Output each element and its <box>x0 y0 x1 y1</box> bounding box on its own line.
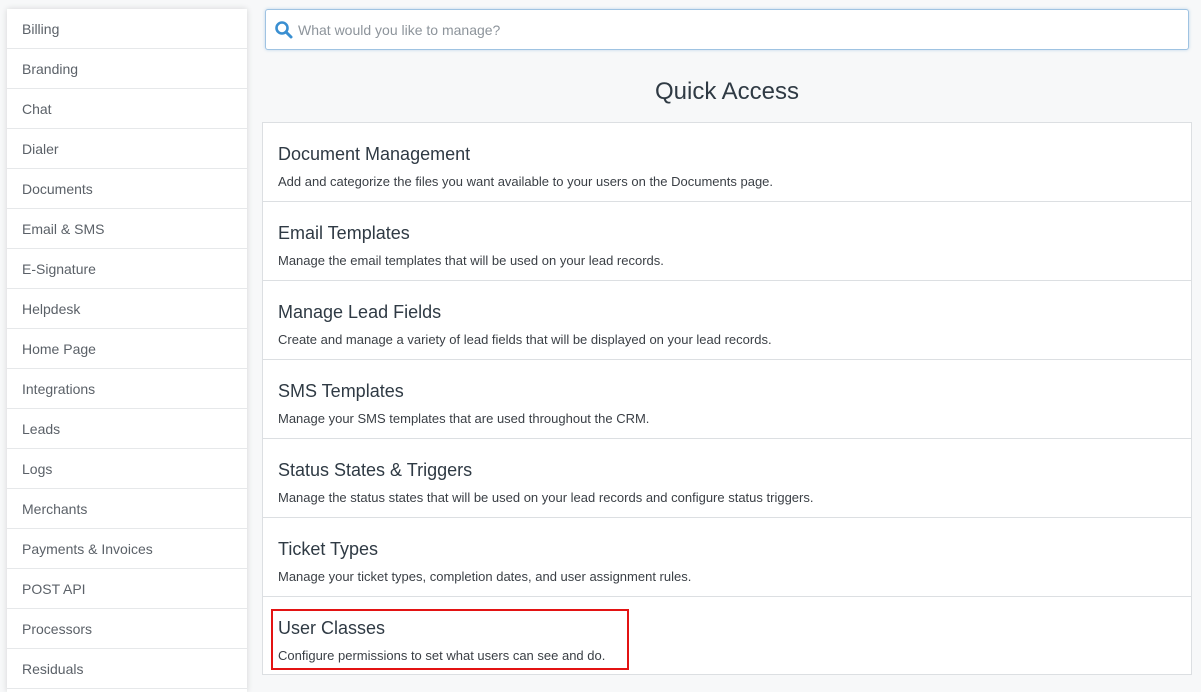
page-title: Quick Access <box>654 78 800 105</box>
sidebar-item-documents[interactable]: Documents <box>7 169 247 209</box>
search-input[interactable] <box>298 15 1178 44</box>
quick-access-item-title[interactable]: Manage Lead Fields <box>278 301 1191 323</box>
quick-access-item-description: Create and manage a variety of lead fiel… <box>278 332 772 347</box>
quick-access-manage-lead-fields[interactable]: Manage Lead Fields Create and manage a v… <box>263 281 1191 360</box>
sidebar-item-email-sms[interactable]: Email & SMS <box>7 209 247 249</box>
sidebar-item-post-api[interactable]: POST API <box>7 569 247 609</box>
quick-access-document-management[interactable]: Document Management Add and categorize t… <box>263 123 1191 202</box>
sidebar-item-logs[interactable]: Logs <box>7 449 247 489</box>
quick-access-status-states-triggers[interactable]: Status States & Triggers Manage the stat… <box>263 439 1191 518</box>
sidebar-item-billing[interactable]: Billing <box>7 9 247 49</box>
quick-access-item-title[interactable]: Document Management <box>278 143 1191 165</box>
search-icon <box>274 20 294 40</box>
quick-access-item-title[interactable]: SMS Templates <box>278 380 1191 402</box>
sidebar-item-e-signature[interactable]: E-Signature <box>7 249 247 289</box>
quick-access-item-title[interactable]: User Classes <box>278 617 1191 639</box>
sidebar-item-home-page[interactable]: Home Page <box>7 329 247 369</box>
quick-access-item-description: Manage your ticket types, completion dat… <box>278 569 692 584</box>
quick-access-item-description: Manage your SMS templates that are used … <box>278 411 650 426</box>
settings-sidebar: Billing Branding Chat Dialer Documents E… <box>7 9 247 692</box>
sidebar-item-dialer[interactable]: Dialer <box>7 129 247 169</box>
quick-access-item-description: Configure permissions to set what users … <box>278 648 606 663</box>
sidebar-item-branding[interactable]: Branding <box>7 49 247 89</box>
sidebar-item-merchants[interactable]: Merchants <box>7 489 247 529</box>
quick-access-item-description: Manage the email templates that will be … <box>278 253 664 268</box>
quick-access-item-title[interactable]: Ticket Types <box>278 538 1191 560</box>
quick-access-item-title[interactable]: Email Templates <box>278 222 1191 244</box>
search-bar[interactable] <box>265 9 1189 50</box>
sidebar-item-leads[interactable]: Leads <box>7 409 247 449</box>
quick-access-list: Document Management Add and categorize t… <box>262 122 1192 675</box>
sidebar-item-processors[interactable]: Processors <box>7 609 247 649</box>
quick-access-email-templates[interactable]: Email Templates Manage the email templat… <box>263 202 1191 281</box>
sidebar-item-payments-invoices[interactable]: Payments & Invoices <box>7 529 247 569</box>
quick-access-item-title[interactable]: Status States & Triggers <box>278 459 1191 481</box>
quick-access-sms-templates[interactable]: SMS Templates Manage your SMS templates … <box>263 360 1191 439</box>
sidebar-item-chat[interactable]: Chat <box>7 89 247 129</box>
quick-access-user-classes[interactable]: User Classes Configure permissions to se… <box>263 597 1191 674</box>
sidebar-item-helpdesk[interactable]: Helpdesk <box>7 289 247 329</box>
sidebar-item-residuals[interactable]: Residuals <box>7 649 247 689</box>
quick-access-item-description: Manage the status states that will be us… <box>278 490 814 505</box>
quick-access-item-description: Add and categorize the files you want av… <box>278 174 774 189</box>
quick-access-ticket-types[interactable]: Ticket Types Manage your ticket types, c… <box>263 518 1191 597</box>
sidebar-item-integrations[interactable]: Integrations <box>7 369 247 409</box>
